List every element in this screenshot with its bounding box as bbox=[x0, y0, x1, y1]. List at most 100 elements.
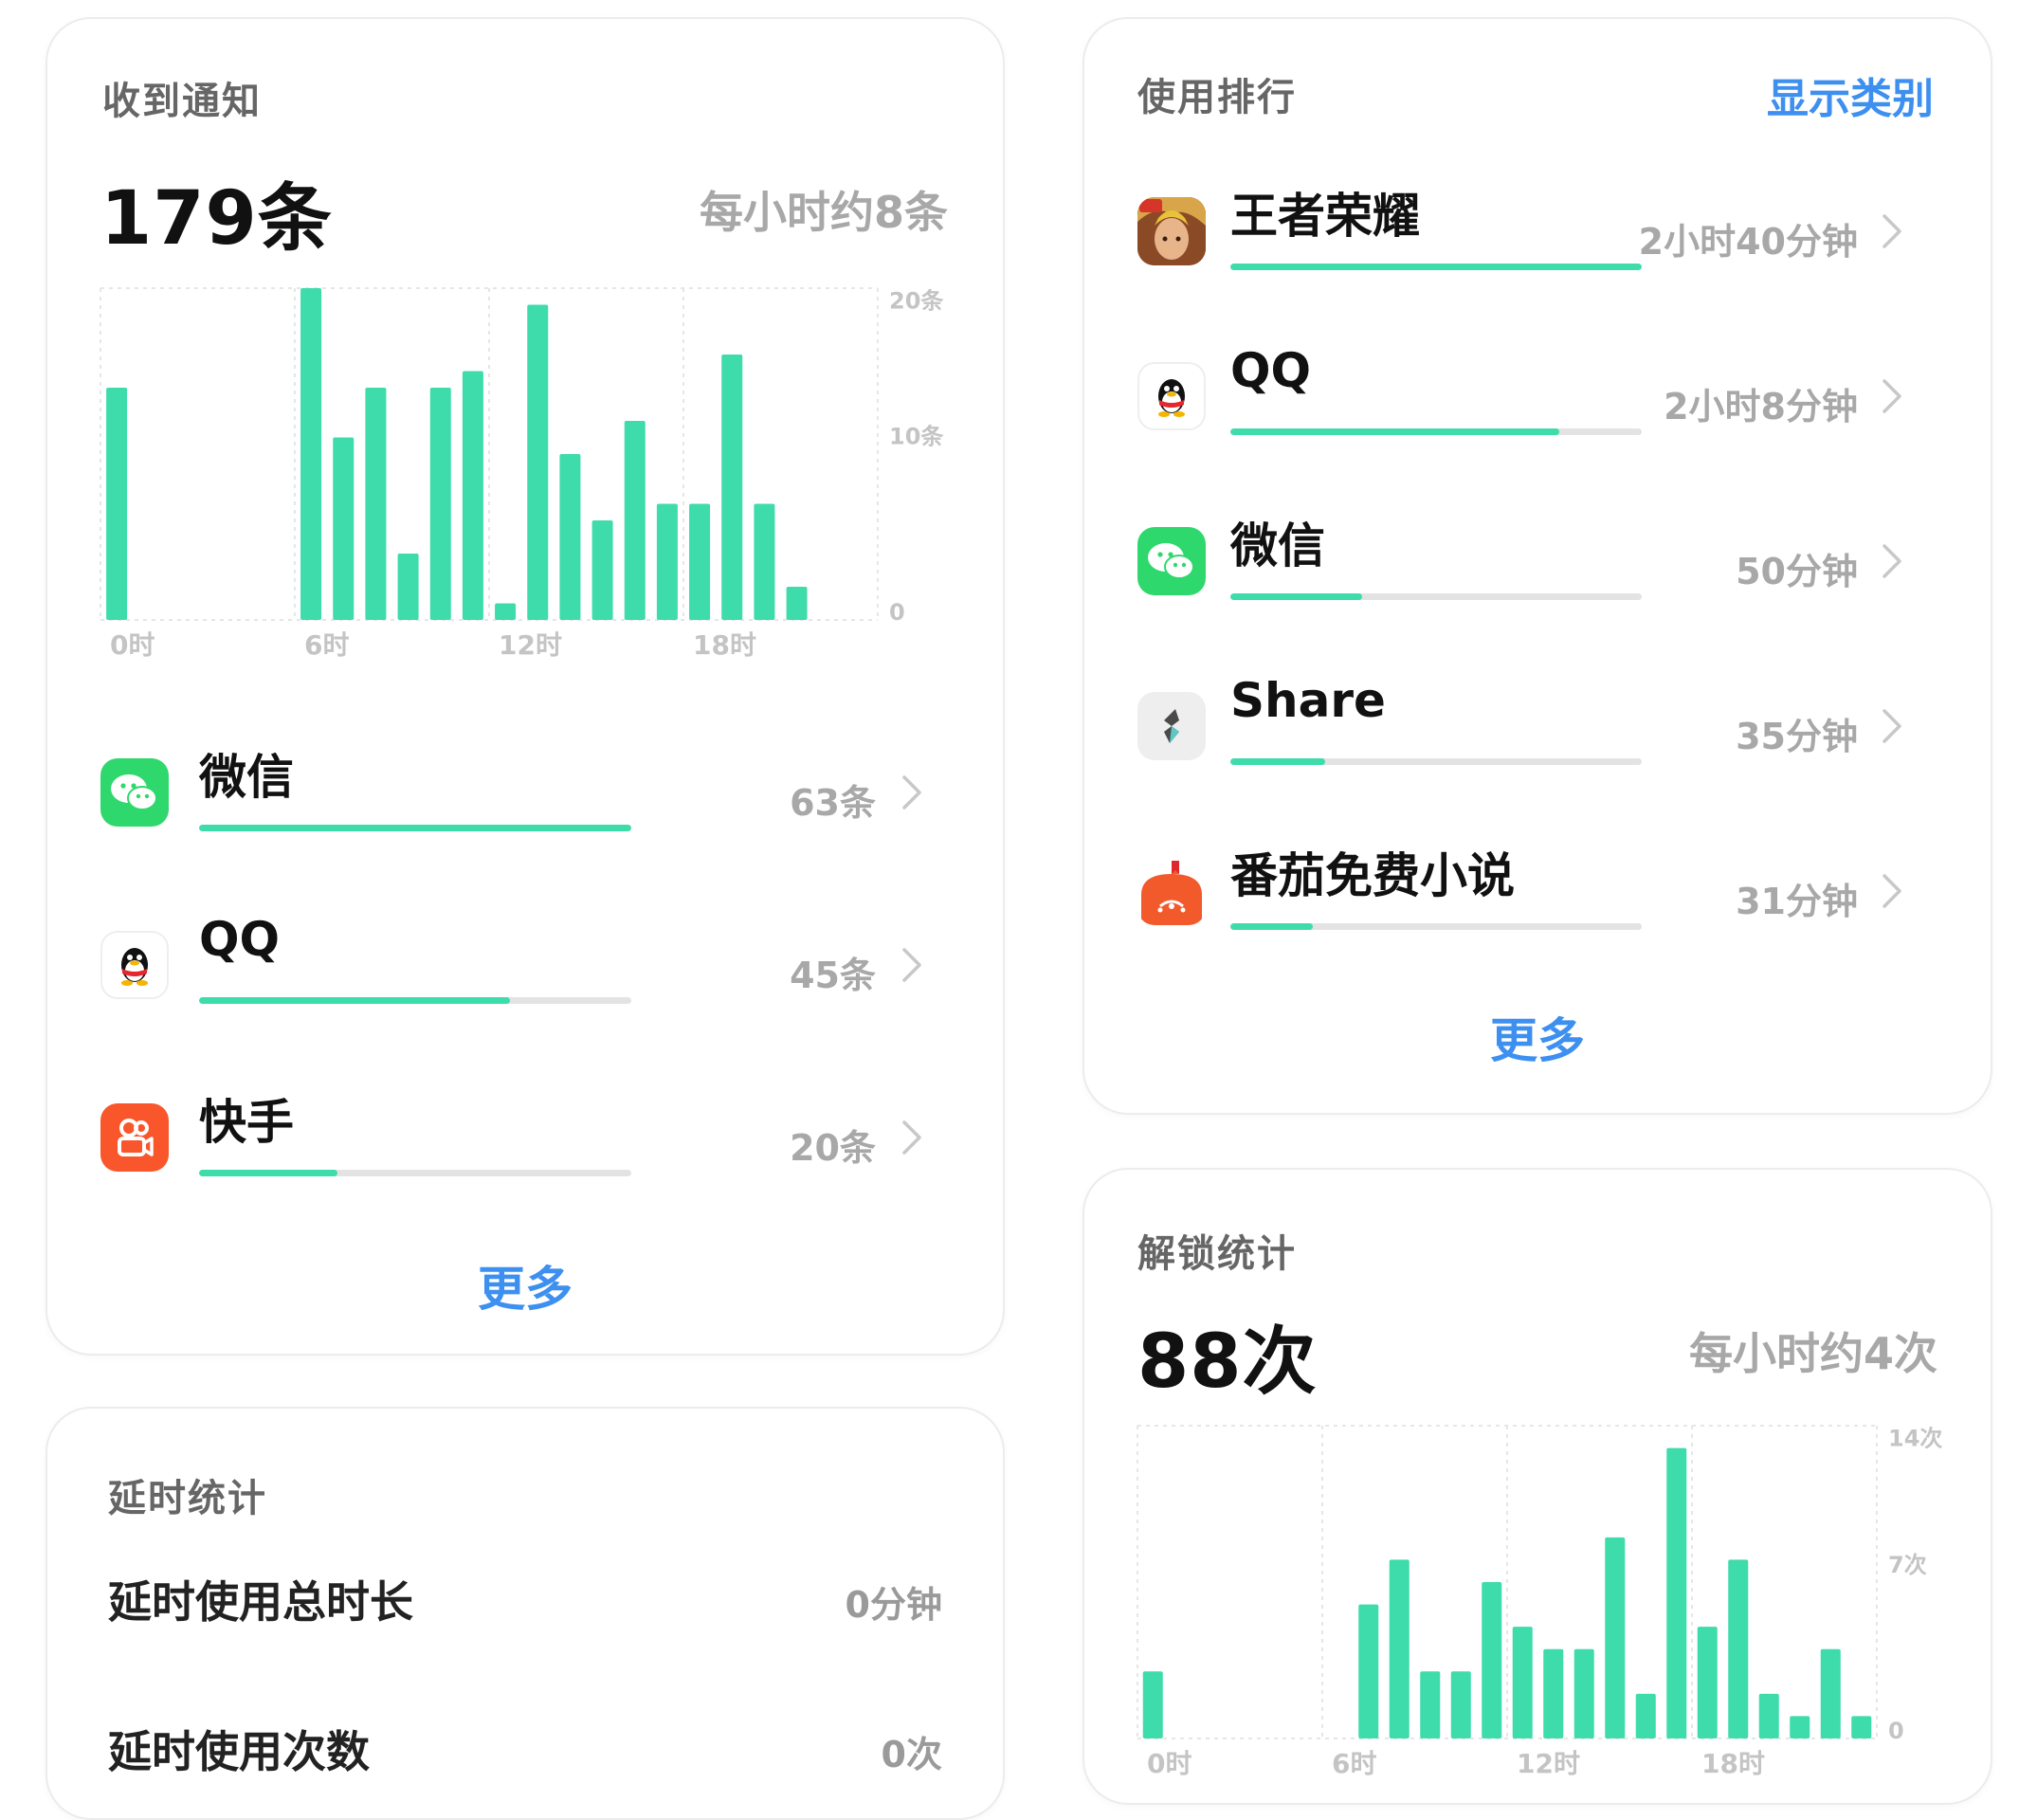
chart-bar bbox=[495, 603, 517, 620]
notifications-more-link[interactable]: 更多 bbox=[47, 1251, 1003, 1320]
chart-bar bbox=[1728, 1559, 1749, 1738]
chart-bar bbox=[429, 388, 451, 620]
rank-row-duration: 2小时8分钟 bbox=[1664, 386, 1858, 428]
chart-x-tick-label: 12时 bbox=[1517, 1748, 1580, 1779]
ranking-more-link[interactable]: 更多 bbox=[1084, 1003, 1991, 1071]
notifications-title: 收到通知 bbox=[102, 80, 262, 123]
notifications-chart: 0时 6时 12时 18时 20条 10条 0 bbox=[100, 287, 944, 661]
chart-bar bbox=[106, 388, 128, 620]
chart-x-tick-label: 6时 bbox=[1332, 1748, 1376, 1779]
unlock-average: 每小时约4次 bbox=[1688, 1328, 1937, 1379]
delay-stats-card: 延时统计 延时使用总时长 0分钟 延时使用次数 0次 bbox=[45, 1407, 1005, 1820]
unlock-title: 解锁统计 bbox=[1137, 1232, 1297, 1276]
rank-row-bar bbox=[1230, 428, 1642, 435]
chart-bar bbox=[365, 388, 387, 620]
delay-count-value: 0次 bbox=[881, 1734, 942, 1775]
wechat-icon bbox=[100, 758, 169, 827]
chevron-right-icon bbox=[1883, 874, 1901, 908]
kuaishou-icon bbox=[100, 1103, 169, 1172]
rank-row-bar bbox=[1230, 923, 1642, 930]
chart-bar bbox=[754, 503, 775, 620]
rank-row-duration: 35分钟 bbox=[1736, 716, 1858, 757]
qq-icon bbox=[100, 931, 169, 999]
chart-x-tick-label: 0时 bbox=[1147, 1748, 1191, 1779]
chart-bar bbox=[1851, 1716, 1872, 1738]
rank-row-qq[interactable]: QQ 2小时8分钟 bbox=[1137, 343, 1953, 447]
delay-total-time-label: 延时使用总时长 bbox=[108, 1576, 413, 1628]
qq-icon bbox=[1137, 362, 1206, 430]
chart-x-tick-label: 0时 bbox=[110, 629, 155, 661]
chevron-right-icon bbox=[1883, 709, 1901, 743]
unlock-total: 88次 bbox=[1137, 1320, 1318, 1405]
notif-row-wechat[interactable]: 微信 63条 bbox=[100, 739, 982, 844]
chart-x-tick-label: 6时 bbox=[304, 629, 349, 661]
rank-row-duration: 50分钟 bbox=[1736, 551, 1858, 592]
wechat-icon bbox=[1137, 527, 1206, 595]
honor-of-kings-icon bbox=[1137, 197, 1206, 265]
notif-row-name: 微信 bbox=[199, 750, 294, 805]
chart-bar bbox=[300, 288, 322, 620]
notif-row-count: 45条 bbox=[790, 955, 876, 996]
chart-bar bbox=[1758, 1693, 1779, 1738]
rank-row-honor-of-kings[interactable]: 王者荣耀 2小时40分钟 bbox=[1137, 178, 1953, 282]
chart-x-tick-label: 18时 bbox=[1701, 1748, 1765, 1779]
rank-row-wechat[interactable]: 微信 50分钟 bbox=[1137, 508, 1953, 612]
show-category-link[interactable]: 显示类别 bbox=[1767, 64, 1934, 125]
chart-bar bbox=[462, 371, 483, 620]
rank-row-name: 番茄免费小说 bbox=[1230, 848, 1515, 903]
delay-title: 延时统计 bbox=[108, 1477, 267, 1520]
chevron-right-icon bbox=[902, 948, 921, 982]
chart-bar bbox=[786, 587, 808, 620]
notifications-card: 收到通知 179条 每小时约8条 0时 6时 12时 18时 20条 10条 0 微信 63… bbox=[45, 17, 1005, 1356]
notif-row-bar bbox=[199, 825, 631, 831]
rank-row-name: QQ bbox=[1230, 343, 1312, 398]
chart-bar bbox=[1820, 1648, 1841, 1738]
chart-bar bbox=[1512, 1627, 1533, 1738]
notif-row-bar bbox=[199, 1170, 631, 1176]
notif-row-name: QQ bbox=[199, 912, 281, 967]
chart-bar bbox=[721, 355, 743, 620]
notif-row-qq[interactable]: QQ 45条 bbox=[100, 912, 982, 1016]
rank-row-name: 王者荣耀 bbox=[1230, 189, 1420, 244]
chart-bar bbox=[1142, 1671, 1163, 1738]
rank-row-bar bbox=[1230, 593, 1642, 600]
chart-bar bbox=[1605, 1537, 1626, 1738]
chart-bar bbox=[1697, 1627, 1718, 1738]
chart-bar bbox=[1358, 1604, 1379, 1738]
chart-y-tick-label: 10条 bbox=[889, 424, 944, 450]
chart-bar bbox=[559, 454, 581, 620]
share-icon bbox=[1137, 692, 1206, 760]
delay-total-time-value: 0分钟 bbox=[845, 1584, 942, 1626]
chevron-right-icon bbox=[1883, 379, 1901, 413]
rank-row-bar bbox=[1230, 758, 1642, 765]
chart-y-tick-label: 0 bbox=[1888, 1718, 1904, 1744]
chevron-right-icon bbox=[902, 1120, 921, 1155]
notifications-total: 179条 bbox=[100, 176, 333, 262]
chart-bar bbox=[527, 304, 549, 620]
chart-grid bbox=[1137, 1425, 1878, 1739]
notif-row-bar bbox=[199, 997, 631, 1004]
chart-bar bbox=[1450, 1671, 1471, 1738]
notif-row-count: 63条 bbox=[790, 782, 876, 824]
notif-row-name: 快手 bbox=[199, 1095, 294, 1150]
notif-row-kuaishou[interactable]: 快手 20条 bbox=[100, 1084, 982, 1189]
chart-bar bbox=[1482, 1582, 1502, 1738]
chevron-right-icon bbox=[1883, 214, 1901, 248]
chart-y-tick-label: 0 bbox=[889, 599, 905, 626]
chart-y-tick-label: 7次 bbox=[1888, 1552, 1927, 1578]
chart-bar bbox=[624, 421, 646, 620]
rank-row-name: 微信 bbox=[1230, 519, 1325, 573]
unlock-chart: 0时 6时 12时 18时 14次 7次 0 bbox=[1137, 1425, 1942, 1779]
chart-bar bbox=[1790, 1716, 1810, 1738]
rank-row-tomato-novel[interactable]: 番茄免费小说 31分钟 bbox=[1137, 838, 1953, 942]
rank-row-share[interactable]: Share 35分钟 bbox=[1137, 673, 1953, 777]
chart-bar bbox=[1635, 1693, 1656, 1738]
chart-bar bbox=[397, 554, 419, 620]
chart-bar bbox=[333, 437, 355, 620]
chart-bar bbox=[1543, 1648, 1564, 1738]
chart-y-tick-label: 20条 bbox=[889, 288, 944, 315]
notifications-average: 每小时约8条 bbox=[699, 187, 948, 238]
usage-ranking-card: 使用排行 显示类别 王者荣耀 2小时40分钟 QQ 2小时8分钟 微信 50分钟… bbox=[1082, 17, 1992, 1115]
chevron-right-icon bbox=[1883, 544, 1901, 578]
chart-bar bbox=[1666, 1447, 1687, 1738]
